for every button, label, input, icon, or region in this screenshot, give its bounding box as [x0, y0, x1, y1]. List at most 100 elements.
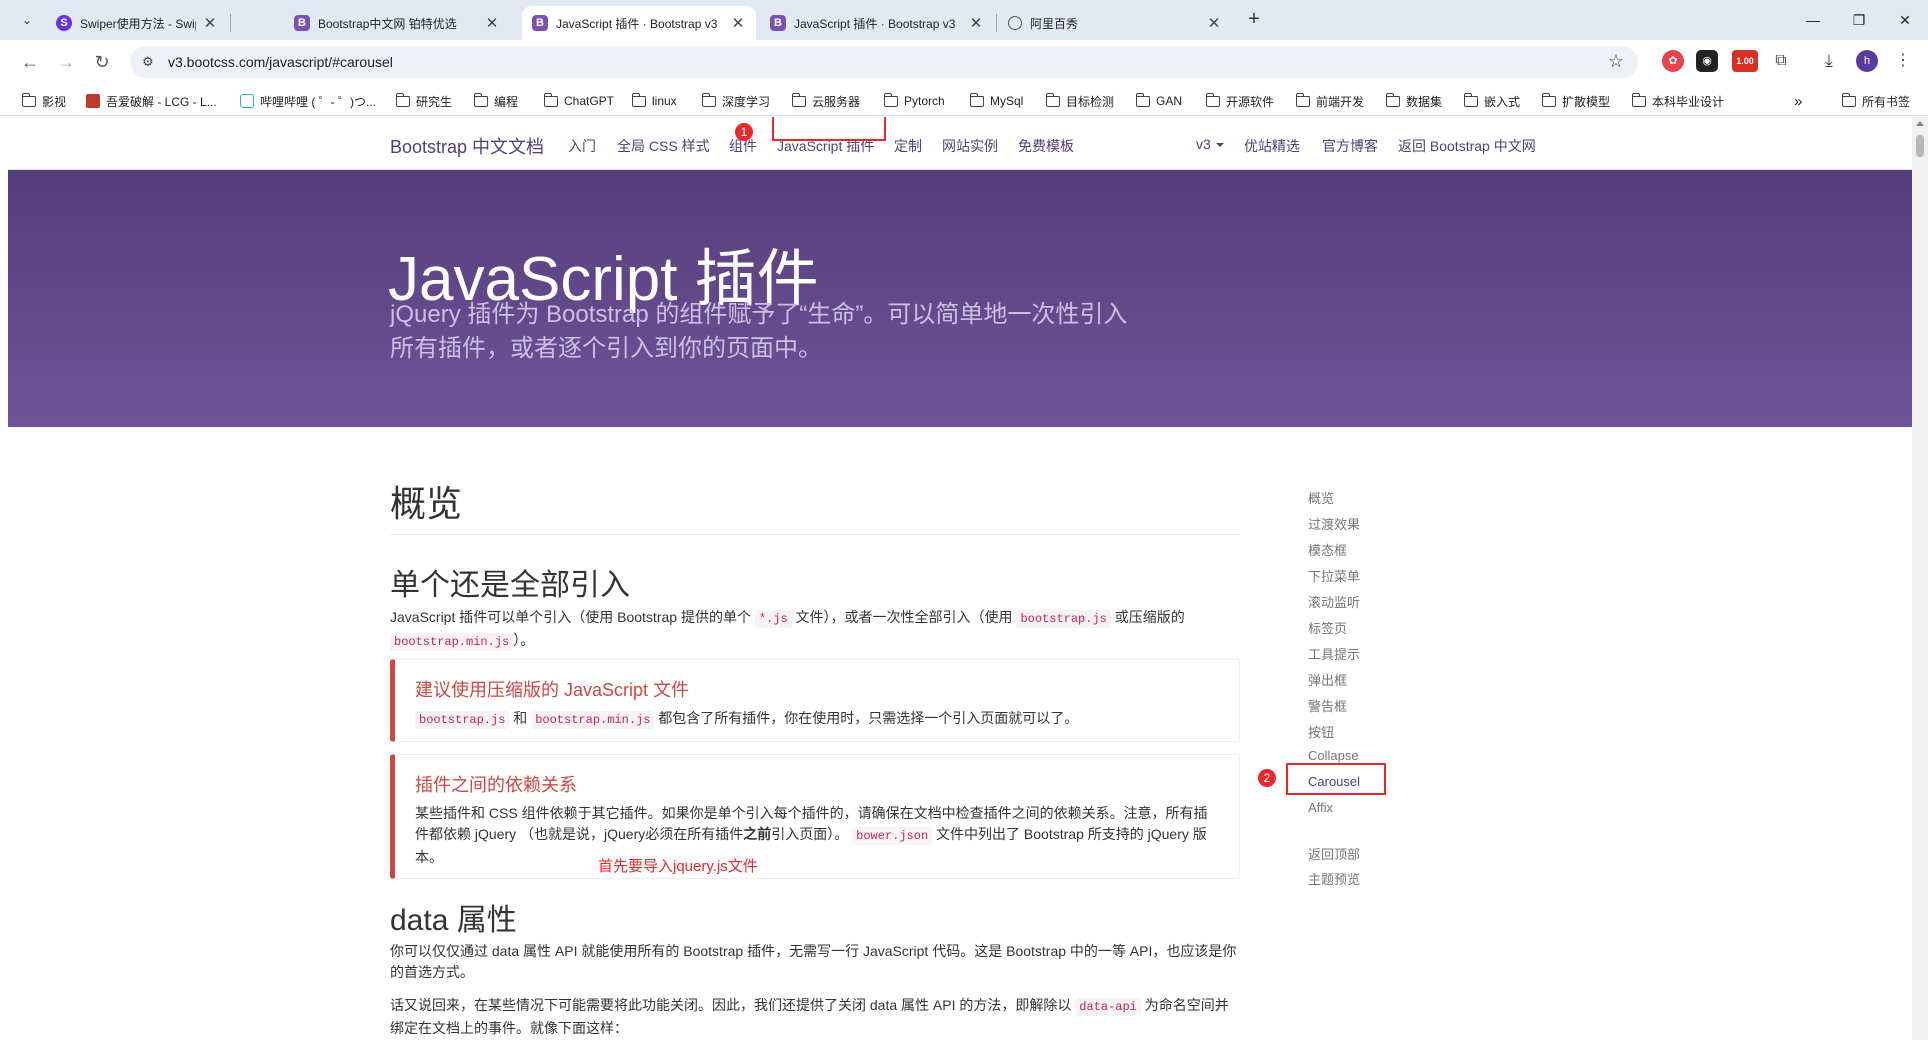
bookmark-label: 深度学习 [722, 94, 771, 109]
close-icon[interactable]: ✕ [202, 14, 218, 32]
sidebar-item-tabs[interactable]: 标签页 [1308, 618, 1347, 637]
close-icon[interactable]: ✕ [968, 14, 984, 32]
bookmark-folder[interactable]: 影视 [21, 92, 66, 110]
nav-link-featured-sites[interactable]: 优站精选 [1244, 136, 1300, 156]
bookmark-site[interactable]: 吾爱破解 - LCG - L... [86, 92, 217, 110]
bookmark-folder[interactable]: 编程 [473, 92, 519, 110]
sidebar-item-alerts[interactable]: 警告框 [1308, 696, 1347, 715]
version-dropdown[interactable]: v3 [1196, 136, 1224, 152]
restore-button[interactable]: ❐ [1836, 6, 1882, 34]
bookmark-site[interactable]: 哔哩哔哩 ( ゜- ゜)つ... [240, 92, 376, 110]
tab-swiper[interactable]: S Swiper使用方法 - Swiper中文网 ✕ [46, 6, 228, 40]
close-window-button[interactable]: ✕ [1882, 6, 1928, 34]
tab-javascript-plugins-active[interactable]: B JavaScript 插件 · Bootstrap v3 ✕ [522, 6, 756, 40]
address-bar[interactable]: ⚙ v3.bootcss.com/javascript/#carousel ☆ [130, 46, 1638, 78]
sidebar-item-overview[interactable]: 概览 [1308, 488, 1334, 507]
nav-link-examples[interactable]: 网站实例 [942, 136, 998, 156]
bookmark-folder[interactable]: 扩散模型 [1541, 92, 1610, 110]
folder-icon [1045, 92, 1060, 107]
close-icon[interactable]: ✕ [484, 14, 500, 32]
reload-icon[interactable]: ↻ [88, 48, 116, 76]
bookmark-folder[interactable]: 目标检测 [1045, 92, 1115, 110]
all-bookmarks-folder[interactable]: 所有书签 [1841, 92, 1911, 110]
theme-preview-link[interactable]: 主题预览 [1308, 869, 1360, 888]
url-text[interactable]: v3.bootcss.com/javascript/#carousel [168, 54, 393, 70]
bookmark-folder[interactable]: 前端开发 [1295, 92, 1365, 110]
tab-search-menu[interactable]: ⌄ [14, 8, 40, 32]
minimize-button[interactable]: — [1790, 6, 1836, 34]
new-tab-button[interactable]: + [1242, 8, 1266, 32]
bookmark-folder[interactable]: linux [631, 92, 677, 110]
inline-code: bootstrap.js [1016, 610, 1111, 628]
sidebar-item-collapse[interactable]: Collapse [1308, 748, 1359, 763]
section-heading-include: 单个还是全部引入 [390, 569, 630, 602]
tab-strip: ⌄ S Swiper使用方法 - Swiper中文网 ✕ B Bootstrap… [0, 0, 1928, 40]
inline-code: data-api [1075, 998, 1141, 1016]
bookmark-folder[interactable]: GAN [1135, 92, 1183, 110]
nav-link-customize[interactable]: 定制 [894, 136, 922, 156]
bookmark-label: GAN [1156, 94, 1183, 108]
bookmark-folder[interactable]: MySql [969, 92, 1023, 110]
bookmark-label: 所有书签 [1862, 94, 1911, 109]
folder-icon [1295, 92, 1310, 107]
bookmark-folder[interactable]: 本科毕业设计 [1631, 92, 1724, 110]
bookmark-folder[interactable]: 嵌入式 [1463, 92, 1520, 110]
more-bookmarks-button[interactable]: » [1794, 92, 1802, 110]
download-icon[interactable]: ⤓ [1818, 50, 1840, 72]
sidebar-item-dropdowns[interactable]: 下拉菜单 [1308, 566, 1360, 585]
callout-text: bootstrap.js 和 bootstrap.min.js 都包含了所有插件… [415, 708, 1219, 731]
paragraph-text: 话又说回来，在某些情况下可能需要将此功能关闭。因此，我们还提供了关闭 data … [390, 997, 1076, 1013]
bilibili-favicon-icon [240, 94, 254, 108]
nav-link-free-templates[interactable]: 免费模板 [1018, 136, 1074, 156]
scroll-up-arrow-icon[interactable] [1916, 121, 1924, 126]
extensions-puzzle-icon[interactable]: ⧉ [1770, 50, 1792, 72]
bookmark-folder[interactable]: 研究生 [395, 92, 452, 110]
bookmark-folder[interactable]: 云服务器 [791, 92, 860, 110]
sidebar-item-popovers[interactable]: 弹出框 [1308, 670, 1347, 689]
more-menu-icon[interactable]: ⋮ [1892, 50, 1914, 72]
nav-link-css[interactable]: 全局 CSS 样式 [617, 136, 710, 156]
extension-badge-icon[interactable]: 1.00 [1732, 50, 1758, 72]
bookmark-label: ChatGPT [564, 94, 615, 108]
profile-avatar[interactable]: h [1856, 50, 1878, 72]
scrollbar-thumb[interactable] [1916, 135, 1924, 157]
extension-red-icon[interactable]: ✿ [1662, 50, 1684, 72]
tab-title: 阿里百秀 [1030, 16, 1079, 31]
bold-text: 之前 [743, 826, 772, 842]
sidebar-item-scrollspy[interactable]: 滚动监听 [1308, 592, 1360, 611]
bookmark-label: 目标检测 [1066, 94, 1115, 109]
nav-link-official-blog[interactable]: 官方博客 [1322, 136, 1378, 156]
back-arrow-icon[interactable]: ← [16, 48, 44, 76]
bookmark-folder[interactable]: 数据集 [1385, 92, 1442, 110]
nav-link-getting-started[interactable]: 入门 [568, 136, 596, 156]
callout-title: 建议使用压缩版的 JavaScript 文件 [415, 680, 690, 700]
forward-arrow-icon[interactable]: → [52, 48, 80, 76]
bookmark-label: 编程 [494, 94, 519, 109]
back-to-top-link[interactable]: 返回顶部 [1308, 844, 1360, 863]
tab-javascript-plugins[interactable]: B JavaScript 插件 · Bootstrap v3 ✕ [760, 6, 994, 40]
navbar-brand[interactable]: Bootstrap 中文文档 [390, 133, 544, 159]
sidebar-item-affix[interactable]: Affix [1308, 800, 1333, 815]
folder-icon [701, 92, 716, 107]
sidebar-item-modal[interactable]: 模态框 [1308, 540, 1347, 559]
nav-link-back-to-bootstrap-cn[interactable]: 返回 Bootstrap 中文网 [1398, 136, 1536, 156]
sidebar-item-buttons[interactable]: 按钮 [1308, 722, 1334, 741]
sidebar-item-tooltips[interactable]: 工具提示 [1308, 644, 1360, 663]
page-scrollbar[interactable] [1912, 117, 1928, 1040]
close-icon[interactable]: ✕ [1206, 14, 1222, 32]
tab-alibaixiu[interactable]: 阿里百秀 ✕ [998, 6, 1232, 40]
bookmark-folder[interactable]: 深度学习 [701, 92, 771, 110]
sidebar-item-transitions[interactable]: 过渡效果 [1308, 514, 1360, 533]
close-icon[interactable]: ✕ [730, 14, 746, 32]
bookmark-label: 前端开发 [1316, 94, 1365, 109]
extension-ghost-icon[interactable]: ◉ [1696, 50, 1718, 72]
bookmark-folder[interactable]: ChatGPT [543, 92, 615, 110]
tab-bootstrap-cn[interactable]: B Bootstrap中文网 铂特优选 ✕ [284, 6, 510, 40]
paragraph-text: 引入页面）。 [771, 826, 853, 842]
bookmark-folder[interactable]: Pytorch [883, 92, 945, 110]
bookmark-label: linux [652, 94, 677, 108]
bookmark-folder[interactable]: 开源软件 [1205, 92, 1274, 110]
site-info-icon[interactable]: ⚙ [142, 54, 154, 70]
folder-icon [395, 92, 410, 107]
bookmark-star-icon[interactable]: ☆ [1608, 51, 1624, 72]
